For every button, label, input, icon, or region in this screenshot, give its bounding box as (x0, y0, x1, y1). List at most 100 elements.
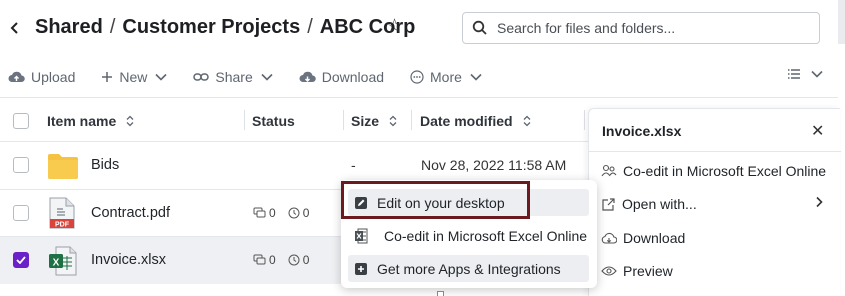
more-dots-icon (410, 70, 424, 84)
svg-text:PDF: PDF (55, 222, 70, 229)
chevron-down-icon (470, 73, 482, 81)
panel-title: Invoice.xlsx (602, 123, 682, 139)
column-date-label: Date modified (420, 113, 513, 129)
breadcrumb-item-customer-projects[interactable]: Customer Projects (122, 16, 300, 39)
scrollbar[interactable] (838, 0, 845, 44)
search-icon (463, 20, 497, 36)
menu-item-label: Co-edit in Microsoft Excel Online (384, 227, 588, 244)
eye-icon (601, 266, 617, 276)
chevron-down-icon (155, 73, 167, 81)
cloud-upload-icon (8, 71, 25, 82)
column-header-status[interactable]: Status (252, 113, 295, 129)
excel-icon (355, 228, 368, 243)
panel-action-coedit-excel[interactable]: Co-edit in Microsoft Excel Online (601, 163, 826, 179)
link-icon (193, 73, 210, 81)
sort-icon (523, 115, 531, 127)
excel-file-icon: X (49, 246, 77, 276)
panel-divider (589, 151, 841, 152)
download-button[interactable]: Download (299, 69, 384, 85)
more-button[interactable]: More (410, 69, 482, 85)
breadcrumb-separator: / (109, 16, 116, 38)
share-button[interactable]: Share (193, 69, 273, 85)
share-label: Share (215, 69, 253, 85)
cloud-download-icon (601, 232, 617, 244)
resize-handle[interactable] (437, 291, 444, 296)
chevron-down-icon (261, 73, 273, 81)
search-input[interactable] (497, 20, 797, 36)
svg-text:X: X (53, 258, 60, 269)
panel-action-label: Preview (623, 263, 673, 279)
users-icon (601, 164, 617, 177)
column-header-date[interactable]: Date modified (420, 113, 532, 129)
sort-icon (389, 115, 397, 127)
chevron-down-icon (811, 70, 823, 78)
upload-label: Upload (31, 69, 76, 85)
sort-icon (126, 115, 134, 127)
new-label: New (119, 69, 148, 85)
column-divider[interactable] (244, 110, 245, 130)
close-icon[interactable]: ✕ (811, 121, 824, 141)
panel-action-label: Download (623, 230, 686, 246)
column-divider[interactable] (411, 110, 412, 130)
checkmark-icon (16, 256, 26, 264)
column-status-label: Status (252, 113, 295, 129)
list-view-icon (788, 69, 800, 79)
file-name[interactable]: Invoice.xlsx (91, 252, 166, 268)
panel-action-label: Open with... (622, 196, 697, 212)
pdf-file-icon: PDF (49, 197, 75, 229)
breadcrumb-item-shared[interactable]: Shared (35, 16, 103, 39)
row-checkbox[interactable] (13, 157, 29, 173)
favorite-star-icon[interactable]: ☆ (386, 17, 403, 37)
new-button[interactable]: New (101, 69, 167, 85)
column-divider[interactable] (343, 110, 344, 130)
panel-action-label: Co-edit in Microsoft Excel Online (623, 163, 827, 179)
more-label: More (430, 69, 462, 85)
column-size-label: Size (351, 113, 380, 129)
focus-highlight (341, 181, 530, 219)
plus-box-icon (355, 262, 367, 275)
chevron-right-icon[interactable] (815, 195, 823, 213)
upload-button[interactable]: Upload (8, 69, 75, 85)
comment-count: 0 (269, 253, 276, 267)
view-options-button[interactable] (787, 68, 823, 80)
column-name-label: Item name (47, 113, 117, 129)
search-box[interactable] (462, 12, 820, 44)
file-name[interactable]: Bids (91, 157, 119, 173)
file-date: Nov 28, 2022 11:58 AM (421, 157, 567, 173)
file-actions-panel: Invoice.xlsx ✕ Co-edit in Microsoft Exce… (588, 108, 841, 296)
chevron-left-icon (10, 22, 18, 34)
external-link-icon (602, 197, 615, 211)
version-count: 0 (302, 206, 310, 220)
version-history-icon (288, 207, 300, 219)
table-header: Item name Status Size Date modified (0, 106, 590, 136)
version-count: 0 (302, 253, 310, 267)
menu-item-coedit-excel[interactable]: Co-edit in Microsoft Excel Online (348, 222, 589, 249)
column-divider[interactable] (584, 110, 585, 130)
comments-icon (253, 207, 266, 218)
breadcrumb: Shared / Customer Projects / ABC Corp (35, 16, 415, 39)
cloud-download-icon (299, 71, 316, 82)
toolbar-divider (0, 97, 838, 98)
file-status: 0 0 (253, 253, 321, 267)
download-label: Download (321, 69, 385, 85)
file-name[interactable]: Contract.pdf (91, 205, 170, 221)
row-checkbox[interactable] (13, 205, 29, 221)
breadcrumb-separator: / (307, 16, 313, 38)
toolbar: Upload New Share Download More (8, 66, 508, 88)
back-button[interactable] (8, 18, 24, 38)
version-history-icon (288, 254, 300, 266)
folder-icon (48, 154, 78, 179)
comments-icon (253, 254, 266, 265)
file-status: 0 0 (253, 206, 321, 220)
column-header-name[interactable]: Item name (47, 113, 135, 129)
panel-action-preview[interactable]: Preview (601, 263, 673, 279)
panel-action-download[interactable]: Download (601, 230, 685, 246)
column-header-size[interactable]: Size (351, 113, 398, 129)
panel-action-open-with[interactable]: Open with... (601, 196, 697, 212)
menu-item-get-apps[interactable]: Get more Apps & Integrations (348, 255, 589, 282)
row-checkbox[interactable] (13, 252, 29, 268)
plus-icon (102, 72, 113, 82)
comment-count: 0 (269, 206, 276, 220)
file-size: - (351, 157, 356, 173)
select-all-checkbox[interactable] (13, 113, 29, 129)
